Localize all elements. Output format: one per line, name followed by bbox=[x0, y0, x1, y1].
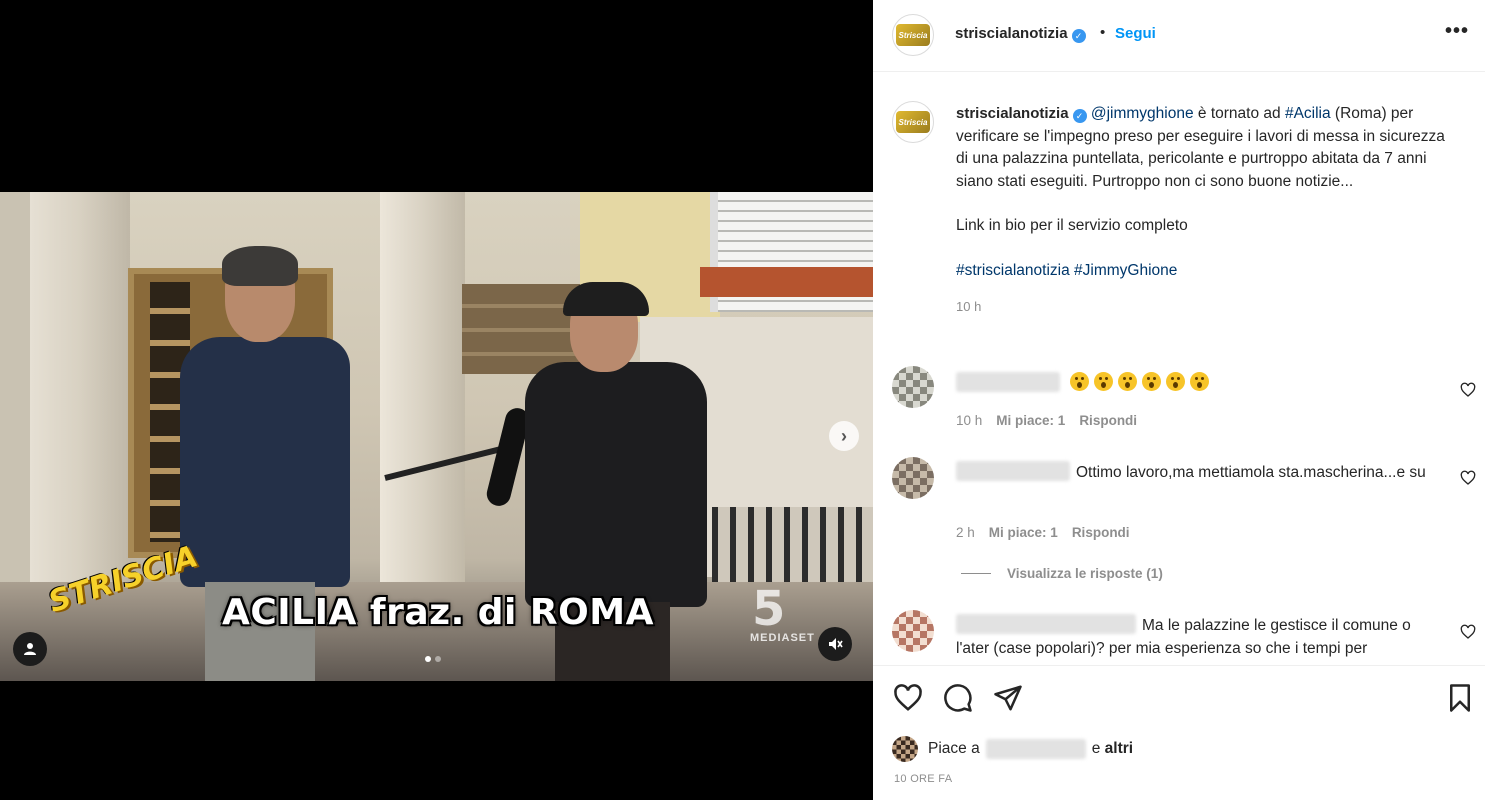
liker-avatar[interactable] bbox=[892, 736, 918, 762]
astonished-face-icon bbox=[1166, 372, 1186, 391]
comment-heart-icon[interactable] bbox=[1460, 470, 1476, 486]
separator-dot: • bbox=[1100, 24, 1106, 41]
divider-line bbox=[961, 573, 991, 574]
scene-grate bbox=[712, 507, 873, 587]
post-timestamp: 10 ORE FA bbox=[894, 773, 953, 785]
astonished-face-icon bbox=[1070, 372, 1090, 391]
view-replies-label: Visualizza le risposte (1) bbox=[1007, 566, 1163, 581]
reply-button[interactable]: Rispondi bbox=[1079, 413, 1137, 428]
comment-body: Ottimo lavoro,ma mettiamola sta.mascheri… bbox=[956, 461, 1446, 485]
liked-by-summary: Piace a e altri bbox=[892, 736, 1133, 762]
heart-icon[interactable] bbox=[893, 683, 923, 713]
mention-link[interactable]: @jimmyghione bbox=[1091, 105, 1194, 122]
scene-column bbox=[380, 192, 465, 622]
comment-meta: 2 h Mi piace: 1 Rispondi bbox=[956, 525, 1130, 540]
follow-button[interactable]: Segui bbox=[1115, 25, 1156, 42]
video-frame[interactable]: STRISCIA ACILIA fraz. di ROMA 5 MEDIASET bbox=[0, 192, 873, 681]
astonished-face-icon bbox=[1190, 372, 1210, 391]
media-viewer: STRISCIA ACILIA fraz. di ROMA 5 MEDIASET… bbox=[0, 0, 873, 800]
caption-author-username[interactable]: striscialanotizia bbox=[956, 105, 1069, 122]
commenter-avatar[interactable] bbox=[892, 366, 934, 408]
carousel-dot bbox=[435, 656, 441, 662]
post-side-panel: Striscia striscialanotizia ✓ • Segui ••• … bbox=[873, 0, 1485, 800]
hashtag-link[interactable]: #Acilia bbox=[1285, 105, 1331, 122]
header-account: striscialanotizia ✓ bbox=[955, 25, 1086, 43]
commenter-avatar[interactable] bbox=[892, 610, 934, 652]
caption-time: 10 h bbox=[956, 299, 982, 314]
comment-time: 10 h bbox=[956, 413, 983, 428]
striscia-logo-avatar: Striscia bbox=[896, 24, 930, 46]
more-options-icon[interactable]: ••• bbox=[1445, 20, 1469, 43]
comment-likes[interactable]: Mi piace: 1 bbox=[989, 525, 1058, 540]
comment-heart-icon[interactable] bbox=[1460, 382, 1476, 398]
astonished-face-icon bbox=[1118, 372, 1138, 391]
carousel-next-button[interactable]: › bbox=[829, 421, 859, 451]
channel-logo-number: 5 bbox=[752, 581, 786, 637]
caption-text: è tornato ad bbox=[1193, 105, 1285, 122]
astonished-face-icon bbox=[1094, 372, 1114, 391]
comments-scroll-area[interactable]: Striscia striscialanotizia ✓ @jimmyghione… bbox=[873, 73, 1485, 665]
comment-time: 2 h bbox=[956, 525, 975, 540]
muted-speaker-icon bbox=[829, 638, 843, 650]
commenter-avatar[interactable] bbox=[892, 457, 934, 499]
blurred-username[interactable] bbox=[956, 614, 1136, 634]
astonished-face-icon bbox=[1142, 372, 1162, 391]
channel-logo-name: MEDIASET bbox=[750, 632, 815, 644]
account-avatar[interactable]: Striscia bbox=[892, 14, 934, 56]
comment-likes[interactable]: Mi piace: 1 bbox=[996, 413, 1065, 428]
view-replies-button[interactable]: Visualizza le risposte (1) bbox=[961, 566, 1163, 581]
hashtag-link[interactable]: #striscialanotizia bbox=[956, 262, 1070, 279]
carousel-indicator bbox=[425, 656, 441, 662]
mute-button[interactable] bbox=[818, 627, 852, 661]
caption-link-line: Link in bio per il servizio completo bbox=[956, 217, 1188, 234]
comment-text: Ottimo lavoro,ma mettiamola sta.mascheri… bbox=[1076, 464, 1426, 481]
carousel-dot-active bbox=[425, 656, 431, 662]
post-header: Striscia striscialanotizia ✓ • Segui ••• bbox=[873, 0, 1485, 72]
striscia-logo-avatar: Striscia bbox=[896, 111, 930, 133]
reply-button[interactable]: Rispondi bbox=[1072, 525, 1130, 540]
chevron-right-icon: › bbox=[841, 425, 847, 446]
liked-by-suffix: e bbox=[1091, 740, 1101, 757]
account-username[interactable]: striscialanotizia bbox=[955, 25, 1068, 42]
verified-badge-icon: ✓ bbox=[1072, 109, 1087, 123]
tagged-users-button[interactable] bbox=[13, 632, 47, 666]
user-icon bbox=[24, 643, 36, 655]
comment-meta: 10 h Mi piace: 1 Rispondi bbox=[956, 413, 1137, 428]
liked-by-prefix: Piace a bbox=[928, 740, 980, 757]
comment-text bbox=[956, 372, 1446, 396]
comment-body: Ma le palazzine le gestisce il comune o … bbox=[956, 614, 1446, 660]
post-actions-bar: Piace a e altri 10 ORE FA bbox=[873, 665, 1485, 800]
comment-heart-icon[interactable] bbox=[1460, 624, 1476, 640]
blurred-username[interactable] bbox=[956, 372, 1060, 392]
blurred-username[interactable] bbox=[956, 461, 1070, 481]
video-caption-overlay: ACILIA fraz. di ROMA bbox=[222, 592, 654, 633]
scene-planter bbox=[700, 267, 873, 297]
send-icon[interactable] bbox=[993, 683, 1023, 713]
liked-by-others-link[interactable]: altri bbox=[1105, 740, 1133, 758]
blurred-username[interactable] bbox=[985, 739, 1086, 759]
post-caption: striscialanotizia ✓ @jimmyghione è tornat… bbox=[956, 103, 1456, 319]
caption-author-avatar[interactable]: Striscia bbox=[892, 101, 934, 143]
comment-icon[interactable] bbox=[943, 683, 973, 713]
bookmark-icon[interactable] bbox=[1445, 683, 1475, 713]
hashtag-link[interactable]: #JimmyGhione bbox=[1074, 262, 1177, 279]
emoji-row bbox=[1070, 372, 1214, 392]
verified-badge-icon: ✓ bbox=[1071, 29, 1086, 43]
